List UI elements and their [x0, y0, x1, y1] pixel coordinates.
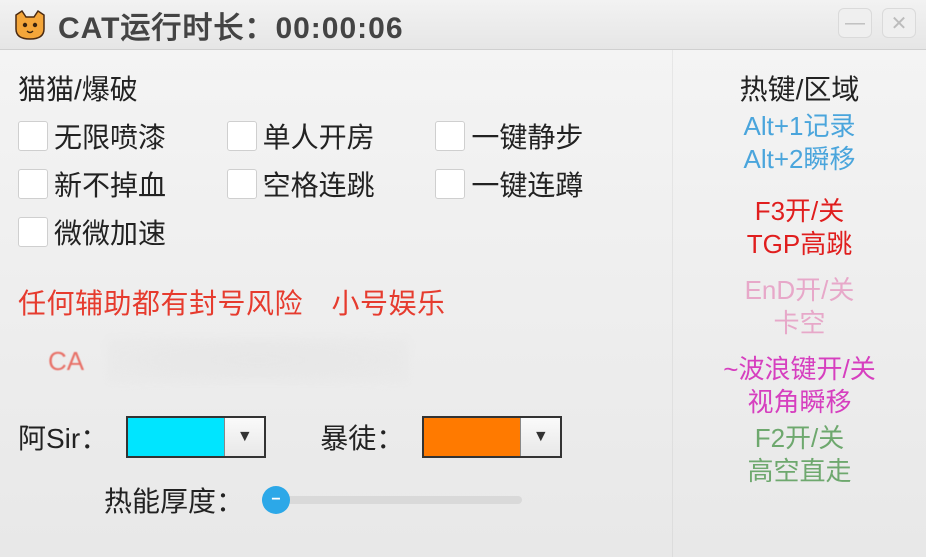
title-time: 00:00:06: [275, 12, 403, 45]
main-content: 猫猫/爆破 无限喷漆 单人开房 一键静步 新不掉血 空格连跳: [0, 50, 926, 557]
minimize-button[interactable]: —: [838, 8, 872, 38]
slider-track: [262, 496, 522, 504]
hotkey-end-air: EnD开/关 卡空: [681, 274, 918, 339]
censor-smudge: [108, 338, 408, 382]
censored-line: CA: [18, 338, 662, 388]
titlebar: CAT运行时长：00:00:06 — ✕: [0, 0, 926, 50]
checkbox-crouch-spam[interactable]: 一键连蹲: [435, 164, 638, 204]
color-b-dropdown[interactable]: ▼: [422, 416, 562, 458]
chevron-down-icon[interactable]: ▼: [224, 418, 264, 456]
thermal-slider[interactable]: −: [262, 485, 522, 515]
checkbox-label: 无限喷漆: [54, 116, 166, 156]
hotkey-tgp-jump: F3开/关 TGP高跳: [681, 195, 918, 260]
checkbox-silent-walk[interactable]: 一键静步: [435, 116, 638, 156]
checkbox-mini-speed[interactable]: 微微加速: [18, 212, 221, 252]
checkbox-no-blood-loss[interactable]: 新不掉血: [18, 164, 221, 204]
checkbox-box[interactable]: [227, 169, 257, 199]
left-panel: 猫猫/爆破 无限喷漆 单人开房 一键静步 新不掉血 空格连跳: [0, 50, 672, 557]
window-controls: — ✕: [838, 8, 916, 38]
checkbox-bunny-hop[interactable]: 空格连跳: [227, 164, 430, 204]
section-title-cat: 猫猫/爆破: [18, 68, 662, 108]
checkbox-box[interactable]: [227, 121, 257, 151]
chevron-down-icon[interactable]: ▼: [520, 418, 560, 456]
censored-text: CA: [48, 346, 84, 377]
checkbox-solo-room[interactable]: 单人开房: [227, 116, 430, 156]
color-a-dropdown[interactable]: ▼: [126, 416, 266, 458]
color-b-swatch: [424, 418, 520, 456]
checkbox-box[interactable]: [435, 121, 465, 151]
window-title: CAT运行时长：00:00:06: [58, 3, 404, 47]
checkbox-label: 空格连跳: [263, 164, 375, 204]
checkbox-box[interactable]: [18, 121, 48, 151]
title-prefix: CAT运行时长：: [58, 12, 275, 45]
warning-text: 任何辅助都有封号风险 小号娱乐: [18, 282, 662, 322]
checkbox-label: 新不掉血: [54, 164, 166, 204]
color-a-swatch: [128, 418, 224, 456]
color-a-label: 阿Sir：: [18, 417, 108, 457]
hotkey-record-teleport: Alt+1记录 Alt+2瞬移: [681, 110, 918, 175]
color-row: 阿Sir： ▼ 暴徒： ▼: [18, 416, 662, 458]
hotkey-title: 热键/区域: [681, 68, 918, 108]
checkbox-label: 微微加速: [54, 212, 166, 252]
checkbox-label: 一键连蹲: [471, 164, 583, 204]
hotkey-panel: 热键/区域 Alt+1记录 Alt+2瞬移 F3开/关 TGP高跳 EnD开/关…: [672, 50, 926, 557]
slider-label: 热能厚度：: [104, 480, 244, 520]
checkbox-unlimited-spray[interactable]: 无限喷漆: [18, 116, 221, 156]
checkbox-label: 一键静步: [471, 116, 583, 156]
checkbox-box[interactable]: [435, 169, 465, 199]
slider-row: 热能厚度： −: [18, 480, 662, 520]
slider-thumb[interactable]: −: [262, 486, 290, 514]
close-button[interactable]: ✕: [882, 8, 916, 38]
hotkey-f2-skywalk: F2开/关 高空直走: [681, 422, 918, 487]
cat-icon: [12, 9, 48, 41]
checkbox-label: 单人开房: [263, 116, 375, 156]
hotkey-tilde-view: ~波浪键开/关 视角瞬移: [681, 353, 918, 418]
checkbox-grid: 无限喷漆 单人开房 一键静步 新不掉血 空格连跳 一键连蹲: [18, 116, 638, 252]
checkbox-box[interactable]: [18, 217, 48, 247]
color-b-label: 暴徒：: [320, 417, 404, 457]
checkbox-box[interactable]: [18, 169, 48, 199]
